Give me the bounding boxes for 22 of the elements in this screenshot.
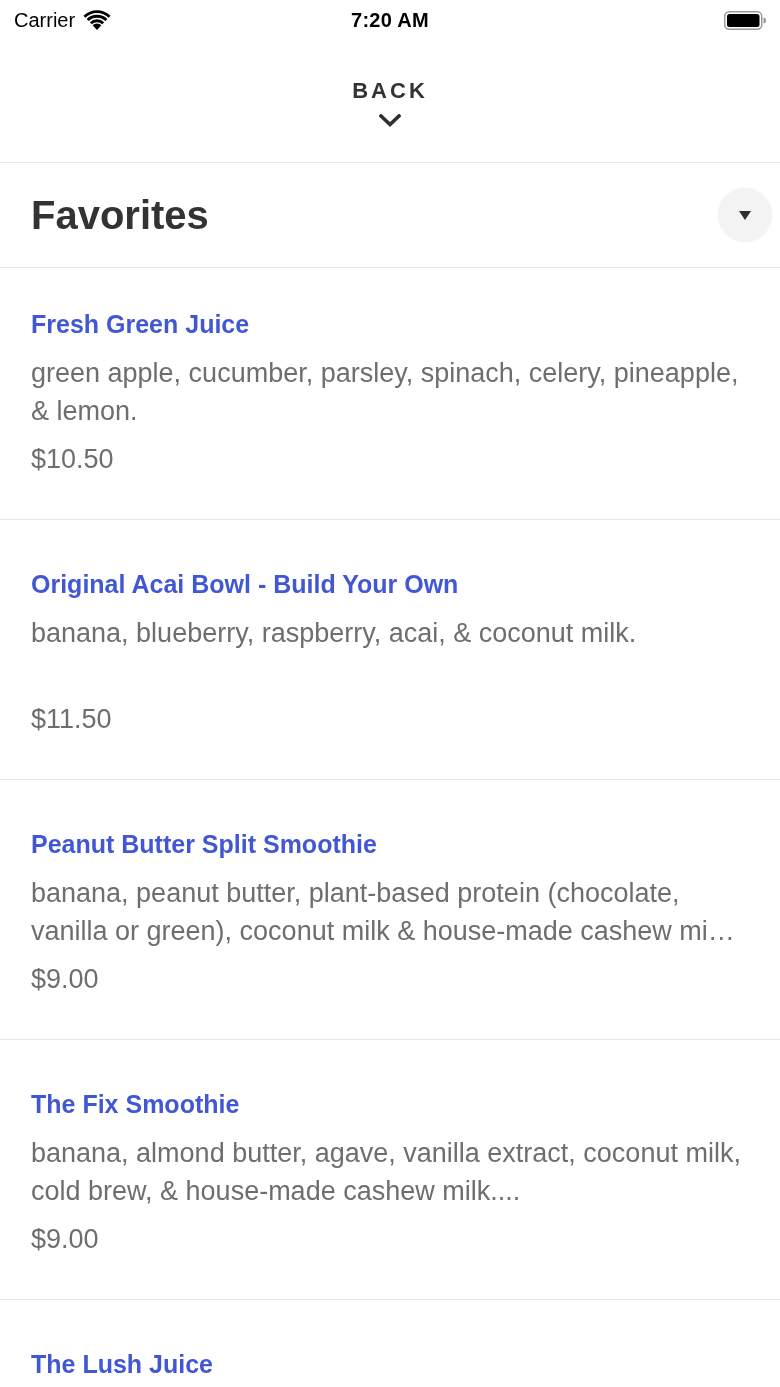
item-name[interactable]: The Lush Juice	[31, 1344, 748, 1384]
item-name[interactable]: Peanut Butter Split Smoothie	[31, 824, 748, 864]
item-description: banana, almond butter, agave, vanilla extract, coconut milk, cold brew, & house-made cashew milk....	[31, 1137, 742, 1208]
item-price: $9.00	[31, 963, 100, 996]
item-name[interactable]: Fresh Green Juice	[31, 304, 748, 344]
item-price: $10.50	[31, 443, 115, 476]
item-name[interactable]: The Fix Smoothie	[31, 1084, 748, 1124]
wifi-icon	[83, 10, 112, 30]
caret-down-icon	[739, 210, 751, 220]
dropdown-button[interactable]	[718, 188, 772, 242]
status-time: 7:20 AM	[350, 8, 430, 32]
item-name[interactable]: Original Acai Bowl - Build Your Own	[31, 564, 748, 604]
carrier-name: Carrier	[14, 8, 76, 32]
item-price: $11.50	[31, 703, 113, 736]
item-price: $9.00	[31, 1223, 100, 1256]
item-description: green apple, cucumber, parsley, spinach, celery, pineapple, & lemon.	[31, 357, 740, 428]
section-title: Favorites	[31, 192, 209, 239]
item-description: banana, blueberry, raspberry, acai, & coconut milk.	[31, 617, 638, 650]
back-button[interactable]: BACK	[352, 78, 428, 127]
chevron-down-icon	[379, 114, 401, 127]
battery-icon	[724, 10, 766, 30]
item-description: banana, peanut butter, plant-based protein (chocolate, vanilla or green), coconut milk & house-made cashew mi…	[31, 877, 736, 948]
